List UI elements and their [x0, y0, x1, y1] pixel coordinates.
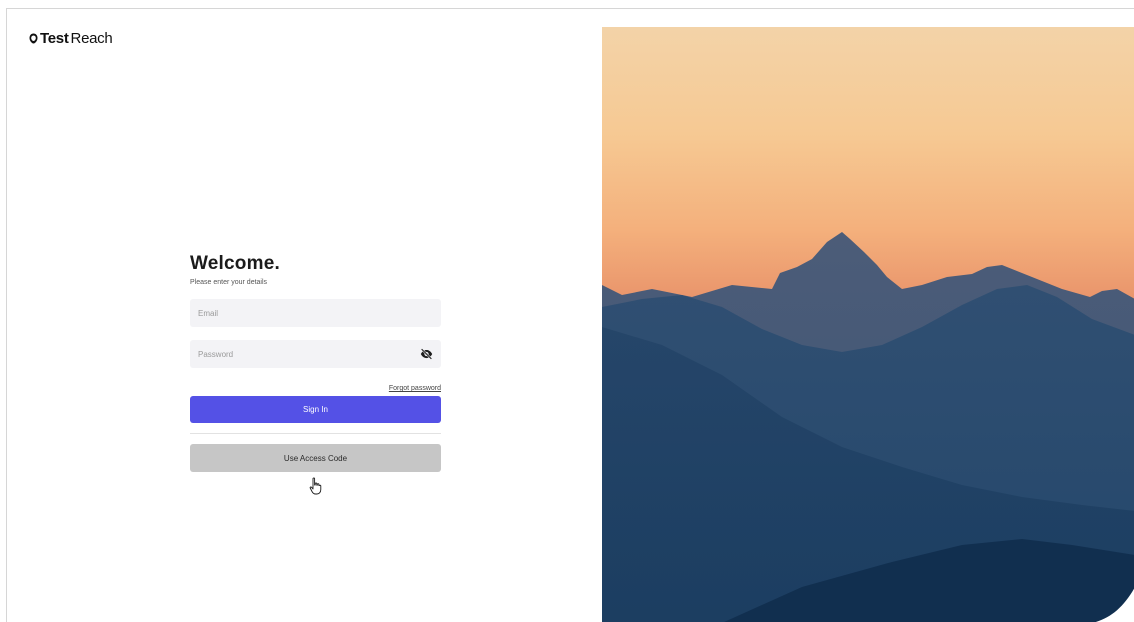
email-field[interactable] — [190, 299, 441, 327]
page-subtitle: Please enter your details — [190, 279, 268, 286]
page-title: Welcome. — [190, 253, 280, 274]
mountain-sunset-landscape — [602, 27, 1134, 622]
login-form: Welcome. Please enter your details Forgo… — [190, 253, 441, 472]
hero-landscape-image — [602, 27, 1134, 622]
app-window: Test Reach Welcome. Please enter your det… — [6, 8, 1134, 622]
password-field-container — [190, 340, 441, 368]
brand-name-bold: Test — [40, 30, 69, 47]
pointer-cursor-icon — [309, 477, 322, 495]
use-access-code-button[interactable]: Use Access Code — [190, 444, 441, 472]
forgot-password-row: Forgot password — [190, 377, 441, 392]
email-field-container — [190, 299, 441, 327]
forgot-password-link[interactable]: Forgot password — [389, 385, 441, 392]
password-field[interactable] — [190, 340, 441, 368]
divider — [190, 433, 441, 434]
sign-in-button[interactable]: Sign In — [190, 396, 441, 423]
eye-slash-icon[interactable] — [420, 348, 433, 360]
brand-logo[interactable]: Test Reach — [29, 30, 113, 47]
brand-name-light: Reach — [70, 30, 113, 47]
testreach-logo-icon — [29, 33, 38, 44]
